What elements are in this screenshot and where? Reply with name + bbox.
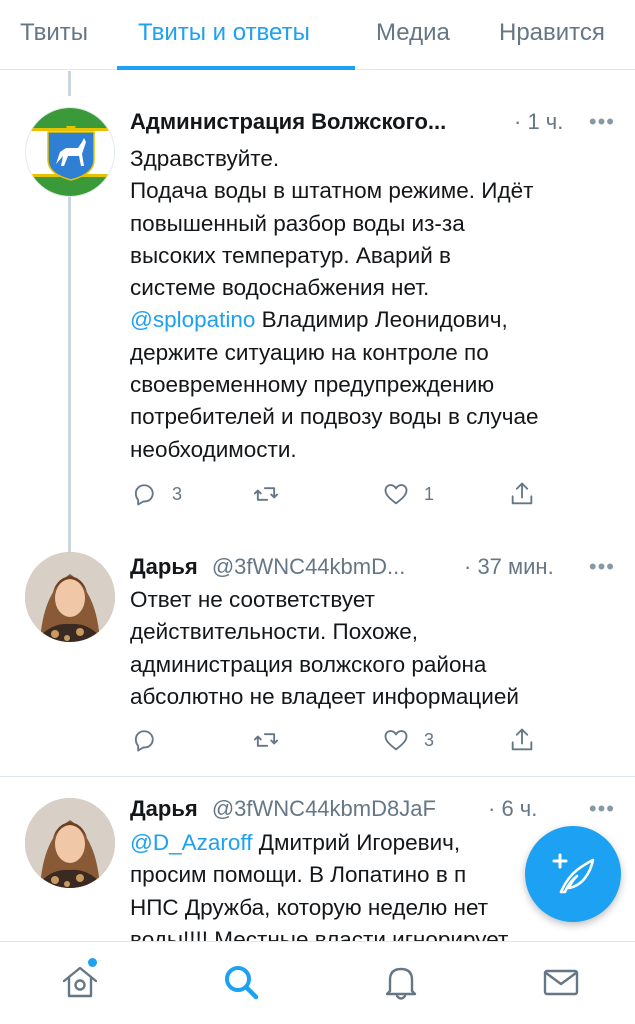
like-count: 1 xyxy=(424,483,435,504)
timeline[interactable]: Администрация Волжского... · 1 ч. ••• Зд… xyxy=(0,71,635,941)
tweet[interactable]: Дарья @3fWNC44kbmD... · 37 мин. ••• Отве… xyxy=(0,541,635,777)
tweet-actions: 3 1 xyxy=(130,479,550,509)
tweet-text-line: @splopatino Владимир Леонидович, xyxy=(130,304,620,336)
user-photo xyxy=(25,798,115,888)
more-options-icon[interactable]: ••• xyxy=(589,107,615,137)
tweet-actions: 3 xyxy=(130,725,550,755)
bottom-navigation xyxy=(0,941,635,1024)
reply-count: 3 xyxy=(172,483,183,504)
heart-icon xyxy=(384,484,408,505)
active-tab-indicator xyxy=(117,66,355,70)
tab-tweets[interactable]: Твиты xyxy=(20,0,88,70)
tweet-text-line: Подача воды в штатном режиме. Идёт xyxy=(130,178,534,204)
tweet-text-line: необходимости. xyxy=(130,436,297,462)
tweet-text-line: администрация волжского района xyxy=(130,651,487,677)
profile-tabs: Твиты Твиты и ответы Медиа Нравится xyxy=(0,0,635,70)
tweet-text-line: Ответ не соответствует xyxy=(130,587,375,612)
tweet-author-handle[interactable]: @3fWNC44kbmD... xyxy=(212,554,405,579)
tweet-text-line: держите ситуацию на контроле по xyxy=(130,339,489,365)
tweet-text-line: повышенный разбор воды из-за xyxy=(130,210,465,236)
compose-tweet-button[interactable] xyxy=(525,826,621,922)
tweet-text-line: действительности. Похоже, xyxy=(130,619,419,645)
share-button[interactable] xyxy=(508,479,536,509)
tweet-text-line: системе водоснабжения нет. xyxy=(130,275,430,301)
mention-link[interactable]: @D_Azaroff xyxy=(130,830,252,855)
reply-icon xyxy=(134,484,154,506)
tweet-text-line: высоких температур. Аварий в xyxy=(130,242,451,268)
tweet-text-line: абсолютно не владеет информацией xyxy=(130,683,519,709)
home-notification-dot xyxy=(88,958,97,967)
coat-of-arms-logo xyxy=(26,108,114,196)
bell-icon xyxy=(385,967,417,1000)
share-icon xyxy=(511,482,533,505)
tab-likes[interactable]: Нравится xyxy=(499,0,605,70)
nav-messages[interactable] xyxy=(541,962,581,1002)
tweet-text-fragment: Владимир Леонидович, xyxy=(255,307,508,333)
home-icon xyxy=(62,966,98,998)
tweet-text: Здравствуйте. Подача воды в штатном режи… xyxy=(130,143,620,466)
like-button[interactable]: 3 xyxy=(382,725,434,755)
avatar-darya[interactable] xyxy=(25,798,115,888)
tweet-text-line: потребителей и подвозу воды в случае xyxy=(130,404,539,430)
retweet-icon xyxy=(253,487,279,501)
like-button[interactable]: 1 xyxy=(382,479,434,509)
tweet-text: Ответ не соответствует действительности.… xyxy=(130,584,620,713)
tab-tweets-and-replies[interactable]: Твиты и ответы xyxy=(138,0,310,70)
tweet-text-line: Здравствуйте. xyxy=(130,146,280,171)
retweet-button[interactable] xyxy=(252,479,280,509)
tweet[interactable]: Администрация Волжского... · 1 ч. ••• Зд… xyxy=(0,71,635,541)
retweet-icon xyxy=(253,733,279,747)
tweet-text-line: своевременному предупреждению xyxy=(130,372,495,398)
like-count: 3 xyxy=(424,729,435,750)
compose-tweet-icon xyxy=(552,853,595,894)
tweet-author-handle[interactable]: @3fWNC44kbmD8JaF xyxy=(212,796,436,821)
avatar-administration[interactable] xyxy=(25,107,115,197)
share-icon xyxy=(511,728,533,751)
share-button[interactable] xyxy=(508,725,536,755)
mention-link[interactable]: @splopatino xyxy=(130,307,255,332)
tab-media[interactable]: Медиа xyxy=(376,0,450,70)
more-options-icon[interactable]: ••• xyxy=(589,552,615,582)
user-photo xyxy=(25,552,115,642)
tweet-timestamp[interactable]: · 37 мин. xyxy=(464,552,554,582)
reply-button[interactable] xyxy=(130,725,158,755)
tweet-author-name[interactable]: Администрация Волжского... xyxy=(130,109,446,134)
tweet-timestamp[interactable]: · 6 ч. xyxy=(488,794,537,824)
search-icon xyxy=(225,966,259,1000)
retweet-button[interactable] xyxy=(252,725,280,755)
heart-icon xyxy=(384,730,408,751)
nav-home[interactable] xyxy=(60,962,100,1002)
tweet-text-line: воды!!!! Местные власти игнорирует xyxy=(130,926,509,941)
reply-button[interactable]: 3 xyxy=(130,479,182,509)
reply-icon xyxy=(134,730,154,752)
tweet-timestamp[interactable]: · 1 ч. xyxy=(514,107,563,137)
nav-search[interactable] xyxy=(221,962,261,1002)
tweet-author-name[interactable]: Дарья xyxy=(130,554,198,579)
nav-notifications[interactable] xyxy=(381,962,421,1002)
tweet-text-fragment: Дмитрий Игоревич, xyxy=(252,830,461,855)
tweet-author-name[interactable]: Дарья xyxy=(130,796,198,821)
more-options-icon[interactable]: ••• xyxy=(589,794,615,824)
envelope-icon xyxy=(543,969,579,996)
avatar-darya[interactable] xyxy=(25,552,115,642)
